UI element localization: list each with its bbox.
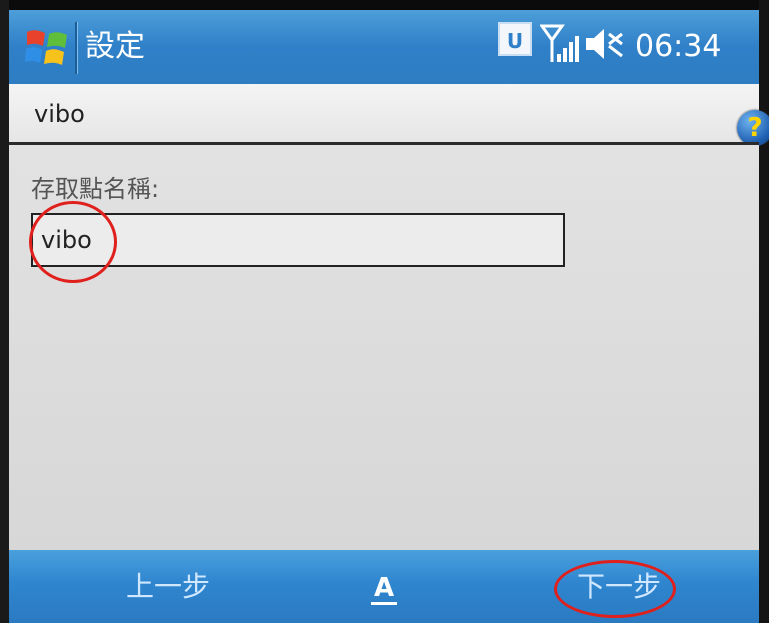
help-icon[interactable]: ? [737,110,769,146]
content-area: 存取點名稱: [9,145,759,550]
bezel-left [0,0,9,623]
access-point-name-input[interactable] [31,213,565,267]
device-screen: 設定 U 06:34 vibo ? 存取點名稱: vibo 上一步 A 下一步 [0,0,769,623]
access-point-name-label: 存取點名稱: [31,175,160,203]
app-title: 設定 [85,29,145,64]
sip-letter: A [374,573,394,603]
title-separator [75,22,77,74]
u-status-icon[interactable]: U [498,22,532,56]
bezel-right [759,0,769,623]
volume-muted-icon[interactable] [584,26,624,62]
page-subtitle: vibo [34,100,85,128]
bezel-top [0,0,769,10]
keyboard-input-icon[interactable]: A [369,570,399,610]
next-softkey[interactable]: 下一步 [577,570,661,604]
subtitle-bar: vibo ? [9,84,769,146]
title-bar: 設定 U 06:34 [9,10,759,84]
windows-start-icon[interactable] [23,24,71,72]
back-softkey[interactable]: 上一步 [126,570,210,604]
signal-icon[interactable] [539,22,580,66]
clock[interactable]: 06:34 [635,28,721,66]
softkey-bar: 上一步 A 下一步 [9,550,759,623]
